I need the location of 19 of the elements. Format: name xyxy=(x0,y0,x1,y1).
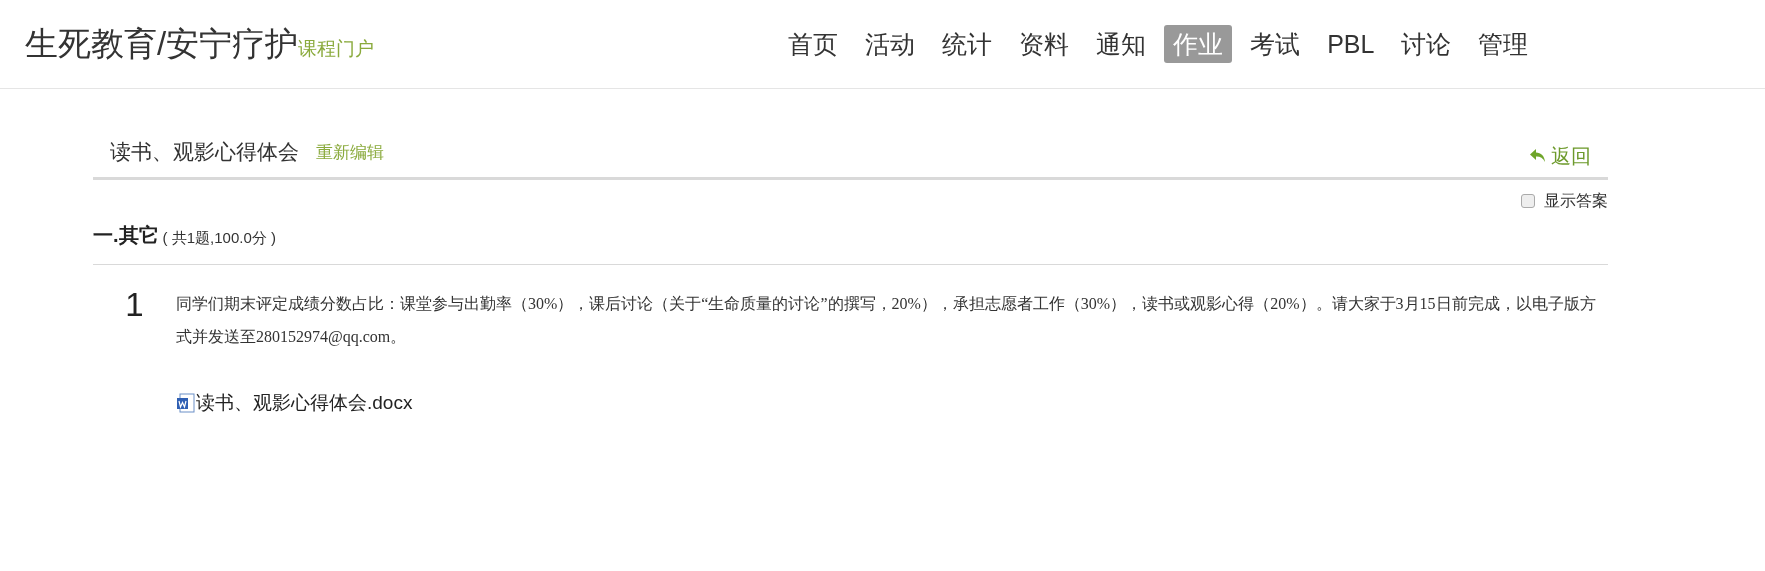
question-number: 1 xyxy=(124,287,145,325)
show-answers-label: 显示答案 xyxy=(1544,191,1608,211)
nav-tab[interactable]: 资料 xyxy=(1010,25,1079,63)
course-title: 生死教育/安宁疗护 xyxy=(25,24,299,65)
nav-tab[interactable]: 考试 xyxy=(1241,25,1310,63)
nav-tab[interactable]: 活动 xyxy=(856,25,925,63)
nav-tab[interactable]: 讨论 xyxy=(1392,25,1461,63)
attachment-link[interactable]: 读书、观影心得体会.docx xyxy=(196,389,413,418)
section-summary: ( 共1题,100.0分 ) xyxy=(162,227,276,248)
word-document-icon xyxy=(176,393,196,414)
assignment-title: 读书、观影心得体会 xyxy=(110,138,299,165)
question-text: 同学们期末评定成绩分数占比：课堂参与出勤率（30%），课后讨论（关于“生命质量的讨论”的撰写，20%），承担志愿者工作（30%），读书或观影心得（20%）。请大家于3月15日前完成，以电子版方式并发送至280152974@qq.com。 xyxy=(176,294,1596,348)
nav-tab[interactable]: 管理 xyxy=(1469,25,1538,63)
nav-tab[interactable]: PBL xyxy=(1318,25,1384,63)
show-answers-checkbox[interactable] xyxy=(1521,194,1535,208)
section-heading: 一.其它 xyxy=(93,223,159,248)
nav-tab[interactable]: 统计 xyxy=(933,25,1002,63)
nav-tab[interactable]: 通知 xyxy=(1087,25,1156,63)
nav-tab[interactable]: 首页 xyxy=(779,25,848,63)
